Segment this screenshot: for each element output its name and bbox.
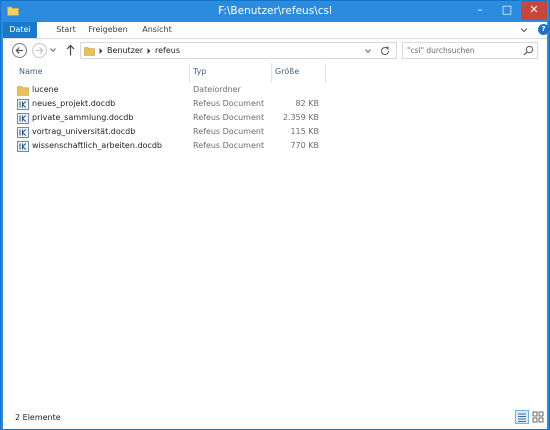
column-divider[interactable] bbox=[189, 63, 190, 83]
large-icons-view-button[interactable] bbox=[531, 410, 545, 424]
column-divider[interactable] bbox=[325, 63, 326, 83]
refeus-document-icon bbox=[17, 141, 29, 152]
minimize-button[interactable]: – bbox=[467, 1, 493, 20]
folder-icon bbox=[84, 47, 95, 56]
item-count: 2 Elemente bbox=[15, 413, 61, 422]
maximize-button[interactable]: □ bbox=[494, 1, 520, 20]
large-icons-view-icon bbox=[532, 411, 544, 423]
breadcrumb-benutzer[interactable]: Benutzer bbox=[107, 46, 143, 55]
status-bar: 2 Elemente bbox=[3, 408, 547, 429]
file-row[interactable]: lucene Dateiordner bbox=[13, 84, 323, 98]
file-name: wissenschaftlich_arbeiten.docdb bbox=[32, 141, 162, 150]
expand-ribbon-icon[interactable] bbox=[519, 25, 529, 35]
recent-locations-chevron-icon[interactable] bbox=[50, 48, 56, 52]
explorer-window: F:\Benutzer\refeus\csl – □ ✕ Datei Start… bbox=[0, 0, 550, 430]
file-size: 82 KB bbox=[295, 99, 319, 108]
arrow-left-icon bbox=[15, 47, 23, 54]
search-input[interactable] bbox=[407, 44, 517, 57]
file-name: private_sammlung.docdb bbox=[32, 113, 134, 122]
breadcrumb-separator-icon[interactable] bbox=[99, 48, 103, 54]
file-row[interactable]: neues_projekt.docdb Refeus Document 82 K… bbox=[13, 98, 323, 112]
file-type: Dateiordner bbox=[193, 85, 241, 94]
tab-freigeben[interactable]: Freigeben bbox=[83, 22, 133, 38]
address-history-chevron-icon[interactable] bbox=[365, 49, 371, 53]
up-arrow-icon[interactable] bbox=[66, 44, 75, 56]
back-button[interactable] bbox=[12, 43, 27, 58]
file-type: Refeus Document bbox=[193, 113, 265, 122]
file-size: 115 KB bbox=[290, 127, 319, 136]
address-bar[interactable]: Benutzer refeus bbox=[80, 42, 397, 59]
refeus-document-icon bbox=[17, 113, 29, 124]
breadcrumb-refeus[interactable]: refeus bbox=[155, 46, 180, 55]
column-divider[interactable] bbox=[271, 63, 272, 83]
column-header-size[interactable]: Größe bbox=[275, 67, 299, 76]
file-name: neues_projekt.docdb bbox=[32, 99, 116, 108]
refeus-document-icon bbox=[17, 99, 29, 110]
navigation-bar: Benutzer refeus bbox=[3, 39, 547, 63]
search-icon[interactable] bbox=[523, 45, 534, 56]
close-button[interactable]: ✕ bbox=[521, 1, 547, 20]
title-bar: F:\Benutzer\refeus\csl – □ ✕ bbox=[1, 1, 549, 22]
tab-ansicht[interactable]: Ansicht bbox=[137, 22, 177, 38]
refeus-document-icon bbox=[17, 127, 29, 138]
tab-start[interactable]: Start bbox=[49, 22, 83, 38]
breadcrumb-separator-icon[interactable] bbox=[147, 48, 151, 54]
file-row[interactable]: wissenschaftlich_arbeiten.docdb Refeus D… bbox=[13, 140, 323, 154]
details-view-button[interactable] bbox=[515, 410, 529, 424]
file-list: Name Typ Größe lucene Dateiordner neues_… bbox=[3, 63, 547, 408]
file-type: Refeus Document bbox=[193, 99, 265, 108]
forward-button[interactable] bbox=[32, 43, 47, 58]
file-name: lucene bbox=[32, 85, 59, 94]
file-size: 2.359 KB bbox=[282, 113, 319, 122]
file-row[interactable]: vortrag_universität.docdb Refeus Documen… bbox=[13, 126, 323, 140]
arrow-right-icon bbox=[36, 47, 44, 54]
file-size: 770 KB bbox=[290, 141, 319, 150]
file-type: Refeus Document bbox=[193, 127, 265, 136]
column-header-name[interactable]: Name bbox=[19, 67, 43, 76]
column-header-type[interactable]: Typ bbox=[193, 67, 206, 76]
file-row[interactable]: private_sammlung.docdb Refeus Document 2… bbox=[13, 112, 323, 126]
search-box[interactable] bbox=[402, 42, 538, 59]
help-icon[interactable]: ? bbox=[538, 24, 549, 35]
file-name: vortrag_universität.docdb bbox=[32, 127, 136, 136]
folder-icon bbox=[17, 86, 29, 96]
tab-datei[interactable]: Datei bbox=[3, 22, 37, 38]
details-view-icon bbox=[518, 413, 526, 422]
ribbon: Datei Start Freigeben Ansicht ? bbox=[3, 22, 549, 39]
refresh-icon[interactable] bbox=[379, 45, 391, 57]
file-type: Refeus Document bbox=[193, 141, 265, 150]
